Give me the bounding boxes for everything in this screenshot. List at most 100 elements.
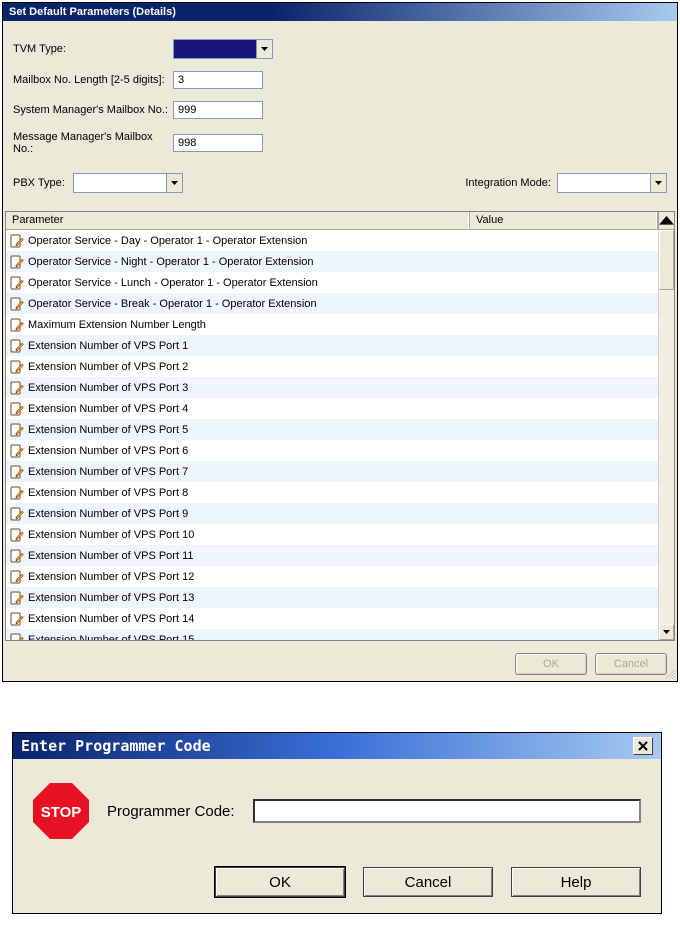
edit-icon bbox=[10, 276, 24, 290]
table-row[interactable]: Extension Number of VPS Port 8 bbox=[6, 482, 658, 503]
row-label: Extension Number of VPS Port 11 bbox=[28, 550, 194, 562]
edit-icon bbox=[10, 318, 24, 332]
form-area: TVM Type: Mailbox No. Length [2-5 digits… bbox=[3, 21, 677, 211]
set-default-parameters-dialog: Set Default Parameters (Details) TVM Typ… bbox=[2, 2, 678, 682]
row-label: Operator Service - Day - Operator 1 - Op… bbox=[28, 235, 307, 247]
message-manager-label: Message Manager's Mailbox No.: bbox=[13, 131, 173, 155]
tvm-type-label: TVM Type: bbox=[13, 43, 173, 55]
chevron-down-icon[interactable] bbox=[166, 174, 182, 192]
dialog-titlebar: Set Default Parameters (Details) bbox=[3, 3, 677, 21]
row-label: Extension Number of VPS Port 10 bbox=[28, 529, 194, 541]
scroll-up-button[interactable] bbox=[658, 212, 674, 229]
help-button[interactable]: Help bbox=[511, 867, 641, 897]
row-label: Extension Number of VPS Port 8 bbox=[28, 487, 188, 499]
table-row[interactable]: Operator Service - Break - Operator 1 - … bbox=[6, 293, 658, 314]
message-manager-input[interactable] bbox=[173, 134, 263, 152]
parameter-grid: Parameter Value Operator Service - Day -… bbox=[5, 211, 675, 641]
row-label: Extension Number of VPS Port 9 bbox=[28, 508, 188, 520]
row-label: Operator Service - Break - Operator 1 - … bbox=[28, 298, 317, 310]
system-manager-label: System Manager's Mailbox No.: bbox=[13, 104, 173, 116]
dialog-title: Enter Programmer Code bbox=[21, 737, 211, 755]
scrollbar-thumb[interactable] bbox=[659, 230, 674, 290]
edit-icon bbox=[10, 444, 24, 458]
edit-icon bbox=[10, 234, 24, 248]
edit-icon bbox=[10, 486, 24, 500]
table-row[interactable]: Extension Number of VPS Port 11 bbox=[6, 545, 658, 566]
integration-mode-dropdown[interactable] bbox=[557, 173, 667, 193]
row-label: Extension Number of VPS Port 14 bbox=[28, 613, 194, 625]
integration-mode-label: Integration Mode: bbox=[465, 177, 551, 189]
edit-icon bbox=[10, 633, 24, 641]
table-row[interactable]: Extension Number of VPS Port 12 bbox=[6, 566, 658, 587]
tvm-type-dropdown[interactable] bbox=[173, 39, 273, 59]
programmer-code-input[interactable] bbox=[253, 799, 641, 823]
table-row[interactable]: Extension Number of VPS Port 5 bbox=[6, 419, 658, 440]
table-row[interactable]: Extension Number of VPS Port 4 bbox=[6, 398, 658, 419]
column-header-parameter[interactable]: Parameter bbox=[6, 212, 470, 229]
table-row[interactable]: Extension Number of VPS Port 14 bbox=[6, 608, 658, 629]
edit-icon bbox=[10, 381, 24, 395]
table-row[interactable]: Operator Service - Day - Operator 1 - Op… bbox=[6, 230, 658, 251]
chevron-down-icon[interactable] bbox=[256, 40, 272, 58]
row-label: Extension Number of VPS Port 7 bbox=[28, 466, 188, 478]
edit-icon bbox=[10, 255, 24, 269]
edit-icon bbox=[10, 612, 24, 626]
edit-icon bbox=[10, 591, 24, 605]
table-row[interactable]: Extension Number of VPS Port 13 bbox=[6, 587, 658, 608]
row-label: Operator Service - Night - Operator 1 - … bbox=[28, 256, 314, 268]
row-label: Extension Number of VPS Port 5 bbox=[28, 424, 188, 436]
mailbox-length-input[interactable] bbox=[173, 71, 263, 89]
edit-icon bbox=[10, 465, 24, 479]
dialog-titlebar: Enter Programmer Code bbox=[13, 733, 661, 759]
table-row[interactable]: Extension Number of VPS Port 6 bbox=[6, 440, 658, 461]
grid-header: Parameter Value bbox=[6, 212, 674, 230]
system-manager-input[interactable] bbox=[173, 101, 263, 119]
tvm-type-value bbox=[174, 40, 256, 58]
edit-icon bbox=[10, 570, 24, 584]
edit-icon bbox=[10, 528, 24, 542]
ok-button[interactable]: OK bbox=[515, 653, 587, 675]
table-row[interactable]: Extension Number of VPS Port 7 bbox=[6, 461, 658, 482]
table-row[interactable]: Extension Number of VPS Port 3 bbox=[6, 377, 658, 398]
integration-mode-value bbox=[558, 174, 650, 192]
row-label: Operator Service - Lunch - Operator 1 - … bbox=[28, 277, 318, 289]
table-row[interactable]: Extension Number of VPS Port 10 bbox=[6, 524, 658, 545]
ok-button[interactable]: OK bbox=[215, 867, 345, 897]
resize-grip-icon[interactable] bbox=[663, 667, 675, 679]
edit-icon bbox=[10, 297, 24, 311]
row-label: Extension Number of VPS Port 12 bbox=[28, 571, 194, 583]
scrollbar-track[interactable] bbox=[659, 290, 674, 624]
table-row[interactable]: Operator Service - Lunch - Operator 1 - … bbox=[6, 272, 658, 293]
programmer-code-label: Programmer Code: bbox=[107, 803, 235, 820]
cancel-button[interactable]: Cancel bbox=[595, 653, 667, 675]
cancel-button[interactable]: Cancel bbox=[363, 867, 493, 897]
column-header-value[interactable]: Value bbox=[470, 212, 658, 229]
edit-icon bbox=[10, 549, 24, 563]
pbx-type-value bbox=[74, 174, 166, 192]
close-button[interactable] bbox=[633, 737, 653, 755]
table-row[interactable]: Operator Service - Night - Operator 1 - … bbox=[6, 251, 658, 272]
edit-icon bbox=[10, 360, 24, 374]
close-icon bbox=[637, 740, 649, 752]
table-row[interactable]: Extension Number of VPS Port 9 bbox=[6, 503, 658, 524]
row-label: Extension Number of VPS Port 13 bbox=[28, 592, 194, 604]
table-row[interactable]: Extension Number of VPS Port 2 bbox=[6, 356, 658, 377]
pbx-type-dropdown[interactable] bbox=[73, 173, 183, 193]
pbx-type-label: PBX Type: bbox=[13, 177, 73, 189]
row-label: Extension Number of VPS Port 6 bbox=[28, 445, 188, 457]
table-row[interactable]: Maximum Extension Number Length bbox=[6, 314, 658, 335]
row-label: Extension Number of VPS Port 2 bbox=[28, 361, 188, 373]
edit-icon bbox=[10, 507, 24, 521]
table-row[interactable]: Extension Number of VPS Port 15 bbox=[6, 629, 658, 640]
edit-icon bbox=[10, 423, 24, 437]
row-label: Extension Number of VPS Port 15 bbox=[28, 634, 194, 641]
table-row[interactable]: Extension Number of VPS Port 1 bbox=[6, 335, 658, 356]
edit-icon bbox=[10, 339, 24, 353]
stop-icon bbox=[33, 783, 89, 839]
scroll-down-button[interactable] bbox=[659, 624, 674, 640]
vertical-scrollbar[interactable] bbox=[658, 230, 674, 640]
row-label: Extension Number of VPS Port 3 bbox=[28, 382, 188, 394]
chevron-down-icon[interactable] bbox=[650, 174, 666, 192]
mailbox-length-label: Mailbox No. Length [2-5 digits]: bbox=[13, 74, 173, 86]
row-label: Extension Number of VPS Port 1 bbox=[28, 340, 188, 352]
